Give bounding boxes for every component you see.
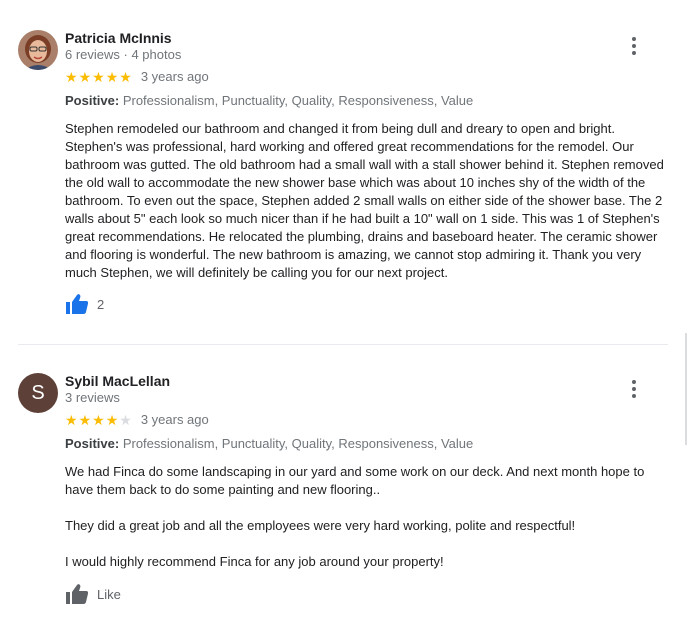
thumbs-up-icon xyxy=(66,584,89,604)
review-date: 3 years ago xyxy=(140,412,209,427)
star-filled-icon: ★ xyxy=(105,411,119,428)
like-button[interactable]: Like xyxy=(65,583,121,605)
review-paragraph: I would highly recommend Finca for any j… xyxy=(65,554,444,569)
reviewer-name[interactable]: Sybil MacLellan xyxy=(65,373,170,389)
star-empty-icon: ★ xyxy=(119,411,132,428)
positive-attributes: Positive: Professionalism, Punctuality, … xyxy=(65,436,473,451)
more-options-button[interactable] xyxy=(624,377,644,401)
review-paragraph: They did a great job and all the employe… xyxy=(65,518,576,533)
review-paragraph: We had Finca do some landscaping in our … xyxy=(65,464,645,497)
like-label: Like xyxy=(97,586,121,602)
star-filled-icon: ★ xyxy=(78,411,92,428)
review-card: S Sybil MacLellan 3 reviews ★ ★ ★ ★ ★ 3 year… xyxy=(0,0,688,626)
star-filled-icon: ★ xyxy=(65,411,78,428)
positive-values: Professionalism, Punctuality, Quality, R… xyxy=(122,436,474,451)
reviewer-meta[interactable]: 3 reviews xyxy=(65,390,120,405)
review-text: We had Finca do some landscaping in our … xyxy=(65,463,671,571)
star-rating: ★ ★ ★ ★ ★ xyxy=(65,413,132,427)
rating-row: ★ ★ ★ ★ ★ 3 years ago xyxy=(65,412,209,427)
avatar[interactable]: S xyxy=(18,373,58,413)
more-vert-icon xyxy=(632,380,636,384)
star-filled-icon: ★ xyxy=(92,411,105,428)
positive-label: Positive: xyxy=(65,436,120,451)
